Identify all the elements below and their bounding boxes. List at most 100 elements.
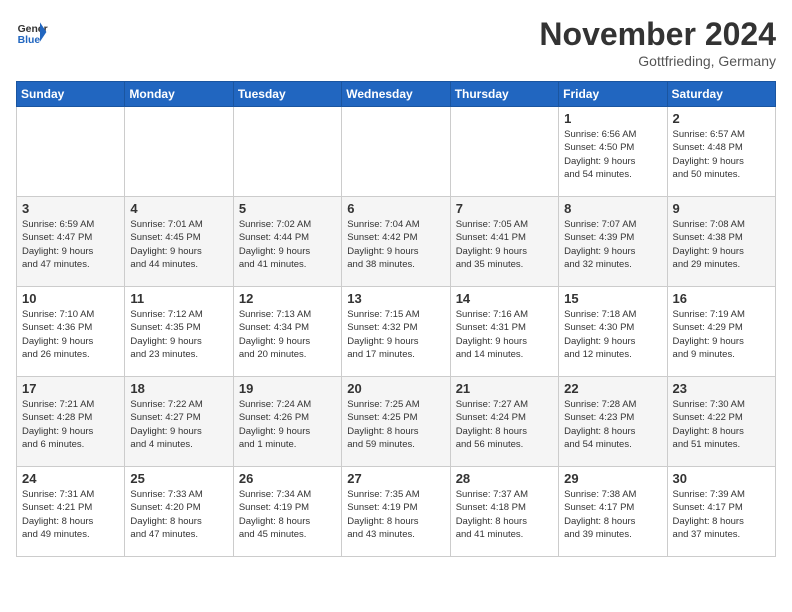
- calendar-cell: 20 Sunrise: 7:25 AM Sunset: 4:25 PM Dayli…: [342, 377, 450, 467]
- day-info: Sunrise: 7:15 AM Sunset: 4:32 PM Dayligh…: [347, 308, 444, 361]
- day-number: 13: [347, 291, 444, 306]
- day-number: 19: [239, 381, 336, 396]
- calendar-cell: 27 Sunrise: 7:35 AM Sunset: 4:19 PM Dayli…: [342, 467, 450, 557]
- calendar-cell: 18 Sunrise: 7:22 AM Sunset: 4:27 PM Dayli…: [125, 377, 233, 467]
- day-info: Sunrise: 7:25 AM Sunset: 4:25 PM Dayligh…: [347, 398, 444, 451]
- col-header-wednesday: Wednesday: [342, 82, 450, 107]
- calendar-cell: 9 Sunrise: 7:08 AM Sunset: 4:38 PM Daylig…: [667, 197, 775, 287]
- calendar-cell: 16 Sunrise: 7:19 AM Sunset: 4:29 PM Dayli…: [667, 287, 775, 377]
- day-info: Sunrise: 7:12 AM Sunset: 4:35 PM Dayligh…: [130, 308, 227, 361]
- day-info: Sunrise: 7:30 AM Sunset: 4:22 PM Dayligh…: [673, 398, 770, 451]
- calendar-table: SundayMondayTuesdayWednesdayThursdayFrid…: [16, 81, 776, 557]
- calendar-cell: 29 Sunrise: 7:38 AM Sunset: 4:17 PM Dayli…: [559, 467, 667, 557]
- day-info: Sunrise: 7:27 AM Sunset: 4:24 PM Dayligh…: [456, 398, 553, 451]
- calendar-cell: 14 Sunrise: 7:16 AM Sunset: 4:31 PM Dayli…: [450, 287, 558, 377]
- calendar-cell: 17Sunrise: 7:21 AM Sunset: 4:28 PM Dayli…: [17, 377, 125, 467]
- col-header-saturday: Saturday: [667, 82, 775, 107]
- day-number: 20: [347, 381, 444, 396]
- day-number: 23: [673, 381, 770, 396]
- day-number: 29: [564, 471, 661, 486]
- calendar-cell: [233, 107, 341, 197]
- calendar-cell: 15Sunrise: 7:18 AM Sunset: 4:30 PM Dayli…: [559, 287, 667, 377]
- day-info: Sunrise: 7:07 AM Sunset: 4:39 PM Dayligh…: [564, 218, 661, 271]
- day-number: 11: [130, 291, 227, 306]
- calendar-cell: 22 Sunrise: 7:28 AM Sunset: 4:23 PM Dayli…: [559, 377, 667, 467]
- day-number: 8: [564, 201, 661, 216]
- calendar-week-3: 10 Sunrise: 7:10 AM Sunset: 4:36 PM Dayli…: [17, 287, 776, 377]
- calendar-week-5: 24 Sunrise: 7:31 AM Sunset: 4:21 PM Dayli…: [17, 467, 776, 557]
- day-info: Sunrise: 6:57 AM Sunset: 4:48 PM Dayligh…: [673, 128, 770, 181]
- day-number: 4: [130, 201, 227, 216]
- calendar-cell: 6 Sunrise: 7:04 AM Sunset: 4:42 PM Daylig…: [342, 197, 450, 287]
- calendar-cell: [17, 107, 125, 197]
- day-info: Sunrise: 7:05 AM Sunset: 4:41 PM Dayligh…: [456, 218, 553, 271]
- day-number: 25: [130, 471, 227, 486]
- calendar-cell: 28 Sunrise: 7:37 AM Sunset: 4:18 PM Dayli…: [450, 467, 558, 557]
- day-number: 18: [130, 381, 227, 396]
- page-header: General Blue November 2024 Gottfrieding,…: [16, 16, 776, 69]
- day-info: Sunrise: 7:24 AM Sunset: 4:26 PM Dayligh…: [239, 398, 336, 451]
- day-number: 16: [673, 291, 770, 306]
- calendar-cell: 30 Sunrise: 7:39 AM Sunset: 4:17 PM Dayli…: [667, 467, 775, 557]
- day-number: 5: [239, 201, 336, 216]
- calendar-cell: 3 Sunrise: 6:59 AM Sunset: 4:47 PM Daylig…: [17, 197, 125, 287]
- svg-text:Blue: Blue: [18, 35, 41, 46]
- day-info: Sunrise: 7:10 AM Sunset: 4:36 PM Dayligh…: [22, 308, 119, 361]
- calendar-cell: 13 Sunrise: 7:15 AM Sunset: 4:32 PM Dayli…: [342, 287, 450, 377]
- calendar-cell: 12Sunrise: 7:13 AM Sunset: 4:34 PM Dayli…: [233, 287, 341, 377]
- day-info: Sunrise: 7:01 AM Sunset: 4:45 PM Dayligh…: [130, 218, 227, 271]
- day-number: 6: [347, 201, 444, 216]
- calendar-cell: [342, 107, 450, 197]
- day-number: 24: [22, 471, 119, 486]
- calendar-cell: 25Sunrise: 7:33 AM Sunset: 4:20 PM Dayli…: [125, 467, 233, 557]
- day-number: 1: [564, 111, 661, 126]
- logo-icon: General Blue: [16, 16, 48, 48]
- calendar-cell: 24 Sunrise: 7:31 AM Sunset: 4:21 PM Dayli…: [17, 467, 125, 557]
- day-info: Sunrise: 7:08 AM Sunset: 4:38 PM Dayligh…: [673, 218, 770, 271]
- day-info: Sunrise: 7:31 AM Sunset: 4:21 PM Dayligh…: [22, 488, 119, 541]
- day-number: 27: [347, 471, 444, 486]
- col-header-tuesday: Tuesday: [233, 82, 341, 107]
- calendar-cell: [125, 107, 233, 197]
- day-number: 30: [673, 471, 770, 486]
- month-title: November 2024: [539, 16, 776, 53]
- calendar-cell: 8 Sunrise: 7:07 AM Sunset: 4:39 PM Daylig…: [559, 197, 667, 287]
- calendar-header: SundayMondayTuesdayWednesdayThursdayFrid…: [17, 82, 776, 107]
- day-number: 7: [456, 201, 553, 216]
- day-number: 14: [456, 291, 553, 306]
- day-info: Sunrise: 7:16 AM Sunset: 4:31 PM Dayligh…: [456, 308, 553, 361]
- calendar-week-2: 3 Sunrise: 6:59 AM Sunset: 4:47 PM Daylig…: [17, 197, 776, 287]
- day-number: 17: [22, 381, 119, 396]
- day-info: Sunrise: 7:02 AM Sunset: 4:44 PM Dayligh…: [239, 218, 336, 271]
- col-header-thursday: Thursday: [450, 82, 558, 107]
- day-info: Sunrise: 7:37 AM Sunset: 4:18 PM Dayligh…: [456, 488, 553, 541]
- calendar-cell: 21Sunrise: 7:27 AM Sunset: 4:24 PM Dayli…: [450, 377, 558, 467]
- day-info: Sunrise: 7:19 AM Sunset: 4:29 PM Dayligh…: [673, 308, 770, 361]
- day-number: 28: [456, 471, 553, 486]
- col-header-sunday: Sunday: [17, 82, 125, 107]
- day-info: Sunrise: 7:38 AM Sunset: 4:17 PM Dayligh…: [564, 488, 661, 541]
- day-info: Sunrise: 7:13 AM Sunset: 4:34 PM Dayligh…: [239, 308, 336, 361]
- day-info: Sunrise: 7:39 AM Sunset: 4:17 PM Dayligh…: [673, 488, 770, 541]
- calendar-cell: 19 Sunrise: 7:24 AM Sunset: 4:26 PM Dayli…: [233, 377, 341, 467]
- day-number: 22: [564, 381, 661, 396]
- day-info: Sunrise: 7:22 AM Sunset: 4:27 PM Dayligh…: [130, 398, 227, 451]
- day-number: 10: [22, 291, 119, 306]
- day-info: Sunrise: 7:34 AM Sunset: 4:19 PM Dayligh…: [239, 488, 336, 541]
- location-subtitle: Gottfrieding, Germany: [539, 53, 776, 69]
- col-header-friday: Friday: [559, 82, 667, 107]
- calendar-cell: 2Sunrise: 6:57 AM Sunset: 4:48 PM Daylig…: [667, 107, 775, 197]
- day-number: 15: [564, 291, 661, 306]
- day-info: Sunrise: 7:28 AM Sunset: 4:23 PM Dayligh…: [564, 398, 661, 451]
- calendar-cell: 23 Sunrise: 7:30 AM Sunset: 4:22 PM Dayli…: [667, 377, 775, 467]
- day-info: Sunrise: 7:35 AM Sunset: 4:19 PM Dayligh…: [347, 488, 444, 541]
- day-info: Sunrise: 7:04 AM Sunset: 4:42 PM Dayligh…: [347, 218, 444, 271]
- day-number: 26: [239, 471, 336, 486]
- calendar-cell: 10 Sunrise: 7:10 AM Sunset: 4:36 PM Dayli…: [17, 287, 125, 377]
- calendar-week-1: 1 Sunrise: 6:56 AM Sunset: 4:50 PM Daylig…: [17, 107, 776, 197]
- day-number: 3: [22, 201, 119, 216]
- day-number: 9: [673, 201, 770, 216]
- day-info: Sunrise: 6:59 AM Sunset: 4:47 PM Dayligh…: [22, 218, 119, 271]
- day-info: Sunrise: 6:56 AM Sunset: 4:50 PM Dayligh…: [564, 128, 661, 181]
- calendar-cell: 4 Sunrise: 7:01 AM Sunset: 4:45 PM Daylig…: [125, 197, 233, 287]
